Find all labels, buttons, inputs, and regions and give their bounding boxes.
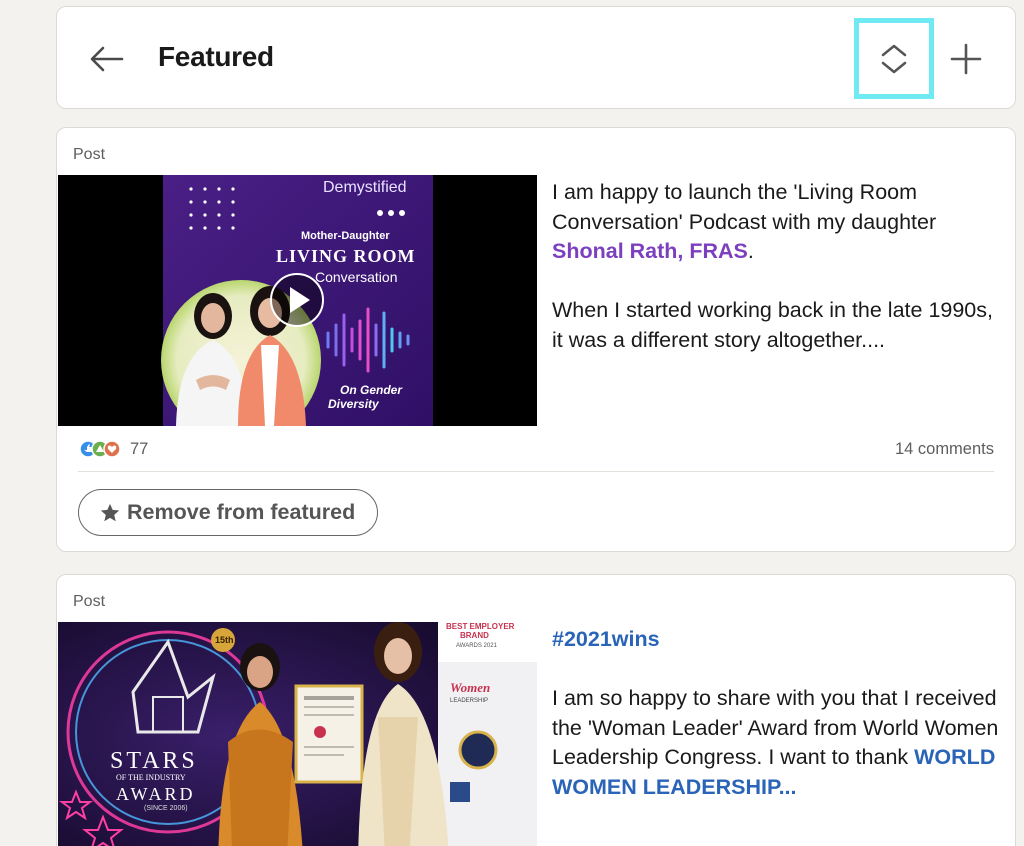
page-title: Featured [158, 41, 274, 72]
reactions-summary[interactable]: 77 [78, 439, 148, 459]
hashtag-link[interactable]: #2021wins [552, 625, 660, 655]
remove-from-featured-button[interactable]: Remove from featured [78, 489, 379, 536]
comments-count[interactable]: 14 comments [895, 440, 994, 459]
featured-post-card: Post BEST EMPLOYER BRAND AWARDS 2021 Wom… [56, 574, 1016, 846]
chevron-up-down-icon [881, 44, 907, 73]
svg-text:BRAND: BRAND [460, 631, 489, 640]
svg-text:STARS: STARS [110, 748, 198, 774]
post-type-label: Post [73, 146, 106, 163]
svg-text:(SINCE 2006): (SINCE 2006) [144, 805, 188, 812]
svg-text:LIVING ROOM: LIVING ROOM [276, 246, 416, 266]
svg-text:LEADERSHIP: LEADERSHIP [450, 698, 488, 704]
svg-text:AWARDS 2021: AWARDS 2021 [456, 643, 498, 649]
svg-text:15th: 15th [215, 635, 234, 645]
svg-text:Women: Women [450, 680, 490, 695]
svg-text:Mother-Daughter: Mother-Daughter [301, 230, 390, 242]
podcast-cover-image: Demystified Mother-Daughter LIVING ROOM … [58, 175, 537, 426]
svg-text:OF THE INDUSTRY: OF THE INDUSTRY [116, 773, 186, 782]
svg-text:Demystified: Demystified [323, 179, 407, 196]
reaction-icons [79, 440, 121, 458]
featured-post-card: Post Demystified Mother-Daughter LIVING … [56, 127, 1016, 552]
post-image[interactable]: BEST EMPLOYER BRAND AWARDS 2021 Women LE… [58, 622, 537, 846]
featured-header: Featured [56, 6, 1016, 109]
mention-link[interactable]: Shonal Rath, FRAS [552, 239, 748, 263]
svg-text:Conversation: Conversation [315, 269, 398, 285]
divider [78, 471, 994, 472]
reaction-count: 77 [130, 439, 149, 458]
svg-text:BEST EMPLOYER: BEST EMPLOYER [446, 622, 515, 631]
post-text: I am happy to launch the 'Living Room Co… [552, 180, 993, 352]
post-type-label: Post [73, 593, 106, 610]
remove-button-label: Remove from featured [127, 500, 356, 524]
post-video-thumbnail[interactable]: Demystified Mother-Daughter LIVING ROOM … [58, 175, 537, 426]
svg-text:Diversity: Diversity [328, 397, 380, 411]
arrow-left-icon [90, 46, 124, 72]
plus-icon [950, 43, 982, 75]
svg-text:On Gender: On Gender [340, 383, 403, 397]
add-featured-button[interactable] [947, 40, 985, 78]
award-photo: BEST EMPLOYER BRAND AWARDS 2021 Women LE… [58, 622, 537, 846]
play-icon [270, 273, 324, 327]
reorder-button[interactable] [854, 18, 934, 99]
svg-text:AWARD: AWARD [116, 784, 196, 804]
post-text: #2021wins I am so happy to share with yo… [552, 625, 999, 799]
back-button[interactable] [87, 39, 127, 79]
star-icon [100, 503, 120, 521]
